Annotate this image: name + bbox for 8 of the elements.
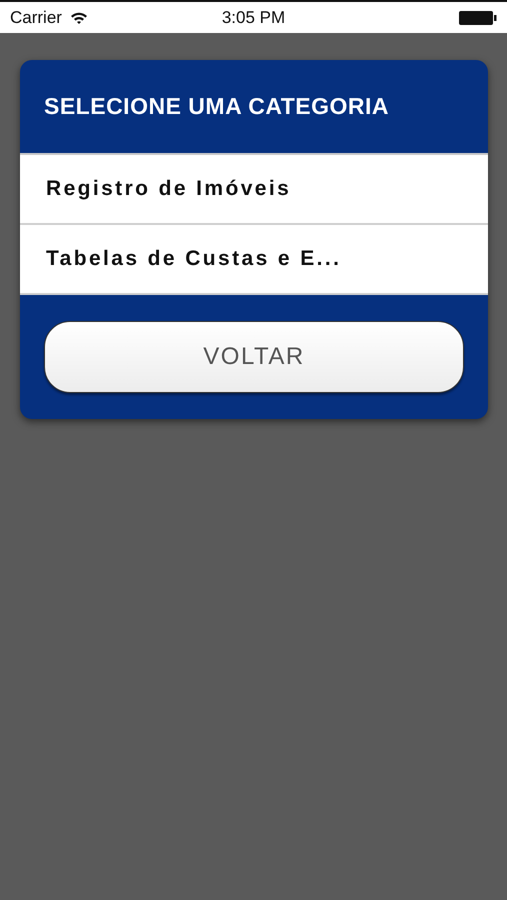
carrier-label: Carrier [10,8,62,28]
battery-icon [459,10,497,26]
category-item[interactable]: Tabelas de Custas e E... [20,225,488,295]
clock-time: 3:05 PM [222,8,286,26]
back-button[interactable]: VOLTAR [44,321,464,393]
dialog-title: SELECIONE UMA CATEGORIA [44,93,390,120]
wifi-icon [70,10,88,24]
category-item[interactable]: Registro de Imóveis [20,155,488,225]
